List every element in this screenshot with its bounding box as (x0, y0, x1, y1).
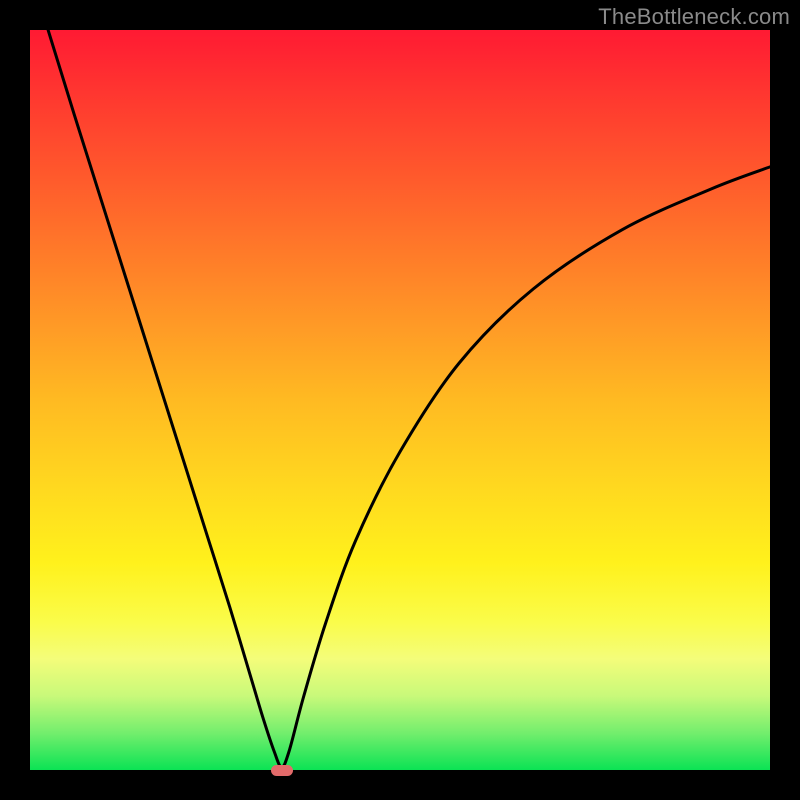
chart-frame: TheBottleneck.com (0, 0, 800, 800)
minimum-marker (271, 765, 293, 776)
bottleneck-curve-path (30, 0, 770, 767)
watermark-text: TheBottleneck.com (598, 4, 790, 30)
bottleneck-curve-svg (30, 30, 770, 770)
